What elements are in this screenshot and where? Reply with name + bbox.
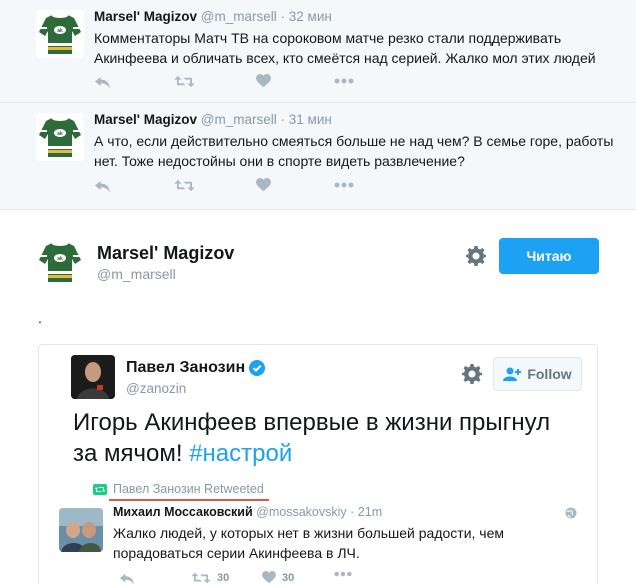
- tweet-separator: ·: [280, 112, 286, 127]
- avatar[interactable]: [36, 113, 84, 161]
- gear-icon[interactable]: [462, 364, 482, 384]
- embed-author-name[interactable]: Павел Занозин: [126, 359, 245, 377]
- tweet-actions: [94, 176, 394, 194]
- embed-text-main: Игорь Акинфеев впервые в жизни прыгнул з…: [73, 409, 551, 467]
- quoted-header: Михаил Моссаковский @mossakovskiy · 21m: [113, 505, 382, 519]
- tweet-author-name[interactable]: Marsel' Magizov: [94, 112, 197, 127]
- tweet-timestamp[interactable]: 32 мин: [289, 9, 332, 24]
- tweet-text: .: [38, 310, 42, 326]
- annotation-underline: [109, 499, 269, 501]
- tweet-text: А что, если действительно смеяться больш…: [94, 133, 614, 169]
- retweet-action[interactable]: 30: [191, 571, 229, 584]
- embedded-tweet[interactable]: Павел Занозин @zanozin Follow Игорь Акин…: [38, 344, 598, 584]
- tweet-actions: [94, 72, 394, 90]
- like-count: 30: [282, 571, 295, 584]
- reply-icon[interactable]: [94, 72, 111, 90]
- profile-name[interactable]: Marsel' Magizov: [97, 243, 234, 264]
- like-icon[interactable]: [256, 176, 271, 194]
- more-icon[interactable]: [334, 176, 354, 194]
- quoted-tweet-text: Жалко людей, у которых нет в жизни больш…: [113, 525, 505, 561]
- retweeted-by: Павел Занозин Retweeted: [93, 482, 264, 496]
- retweeted-by-label[interactable]: Павел Занозин Retweeted: [113, 482, 264, 496]
- gear-icon[interactable]: [466, 246, 486, 266]
- tweet-header: Marsel' Magizov @m_marsell · 31 мин: [94, 112, 332, 127]
- more-icon[interactable]: [334, 72, 354, 90]
- reply-icon[interactable]: [119, 571, 135, 584]
- tweet-separator: ·: [280, 9, 286, 24]
- expanded-tweet: Marsel' Magizov @m_marsell Читаю . Павел…: [0, 210, 636, 584]
- embed-author-handle[interactable]: @zanozin: [126, 381, 186, 396]
- following-button[interactable]: Читаю: [499, 238, 599, 274]
- tweet-author-handle[interactable]: @m_marsell: [201, 9, 277, 24]
- like-action[interactable]: 30: [262, 571, 294, 584]
- follow-button[interactable]: Follow: [493, 357, 582, 391]
- follow-label: Follow: [527, 366, 572, 382]
- tweet-item[interactable]: Marsel' Magizov @m_marsell · 32 мин Комм…: [0, 0, 636, 103]
- retweet-count: 30: [217, 572, 230, 584]
- globe-icon: [565, 506, 577, 519]
- tweet-timestamp[interactable]: 31 мин: [289, 112, 332, 127]
- avatar[interactable]: [36, 238, 84, 286]
- quoted-author-name[interactable]: Михаил Моссаковский: [113, 505, 253, 519]
- retweet-icon[interactable]: [174, 72, 195, 90]
- verified-icon: [249, 360, 266, 376]
- profile-handle[interactable]: @m_marsell: [97, 266, 176, 282]
- like-icon: [262, 571, 276, 584]
- tweet-header: Marsel' Magizov @m_marsell · 32 мин: [94, 9, 332, 24]
- hashtag-link[interactable]: #настрой: [189, 440, 292, 467]
- retweet-icon[interactable]: [174, 176, 195, 194]
- add-user-icon: [503, 367, 522, 381]
- tweet-separator: ·: [350, 505, 355, 519]
- embed-tweet-text: Игорь Акинфеев впервые в жизни прыгнул з…: [73, 407, 573, 469]
- avatar[interactable]: [36, 10, 84, 58]
- quoted-author-handle[interactable]: @mossakovskiy: [256, 505, 347, 519]
- tweet-text: Комментаторы Матч ТВ на сороковом матче …: [94, 30, 596, 66]
- reply-icon[interactable]: [94, 176, 111, 194]
- like-icon[interactable]: [256, 72, 271, 90]
- retweet-icon: [93, 483, 107, 495]
- more-icon[interactable]: [334, 571, 352, 577]
- embed-author: Павел Занозин: [126, 359, 266, 377]
- avatar[interactable]: [71, 355, 115, 399]
- tweet-item[interactable]: Marsel' Magizov @m_marsell · 31 мин А чт…: [0, 103, 636, 210]
- tweet-author-handle[interactable]: @m_marsell: [201, 112, 277, 127]
- retweet-icon: [191, 571, 211, 584]
- quoted-timestamp[interactable]: 21m: [358, 505, 382, 519]
- embed-tweet-actions: 30 30: [119, 571, 419, 584]
- avatar[interactable]: [59, 508, 103, 552]
- tweet-author-name[interactable]: Marsel' Magizov: [94, 9, 197, 24]
